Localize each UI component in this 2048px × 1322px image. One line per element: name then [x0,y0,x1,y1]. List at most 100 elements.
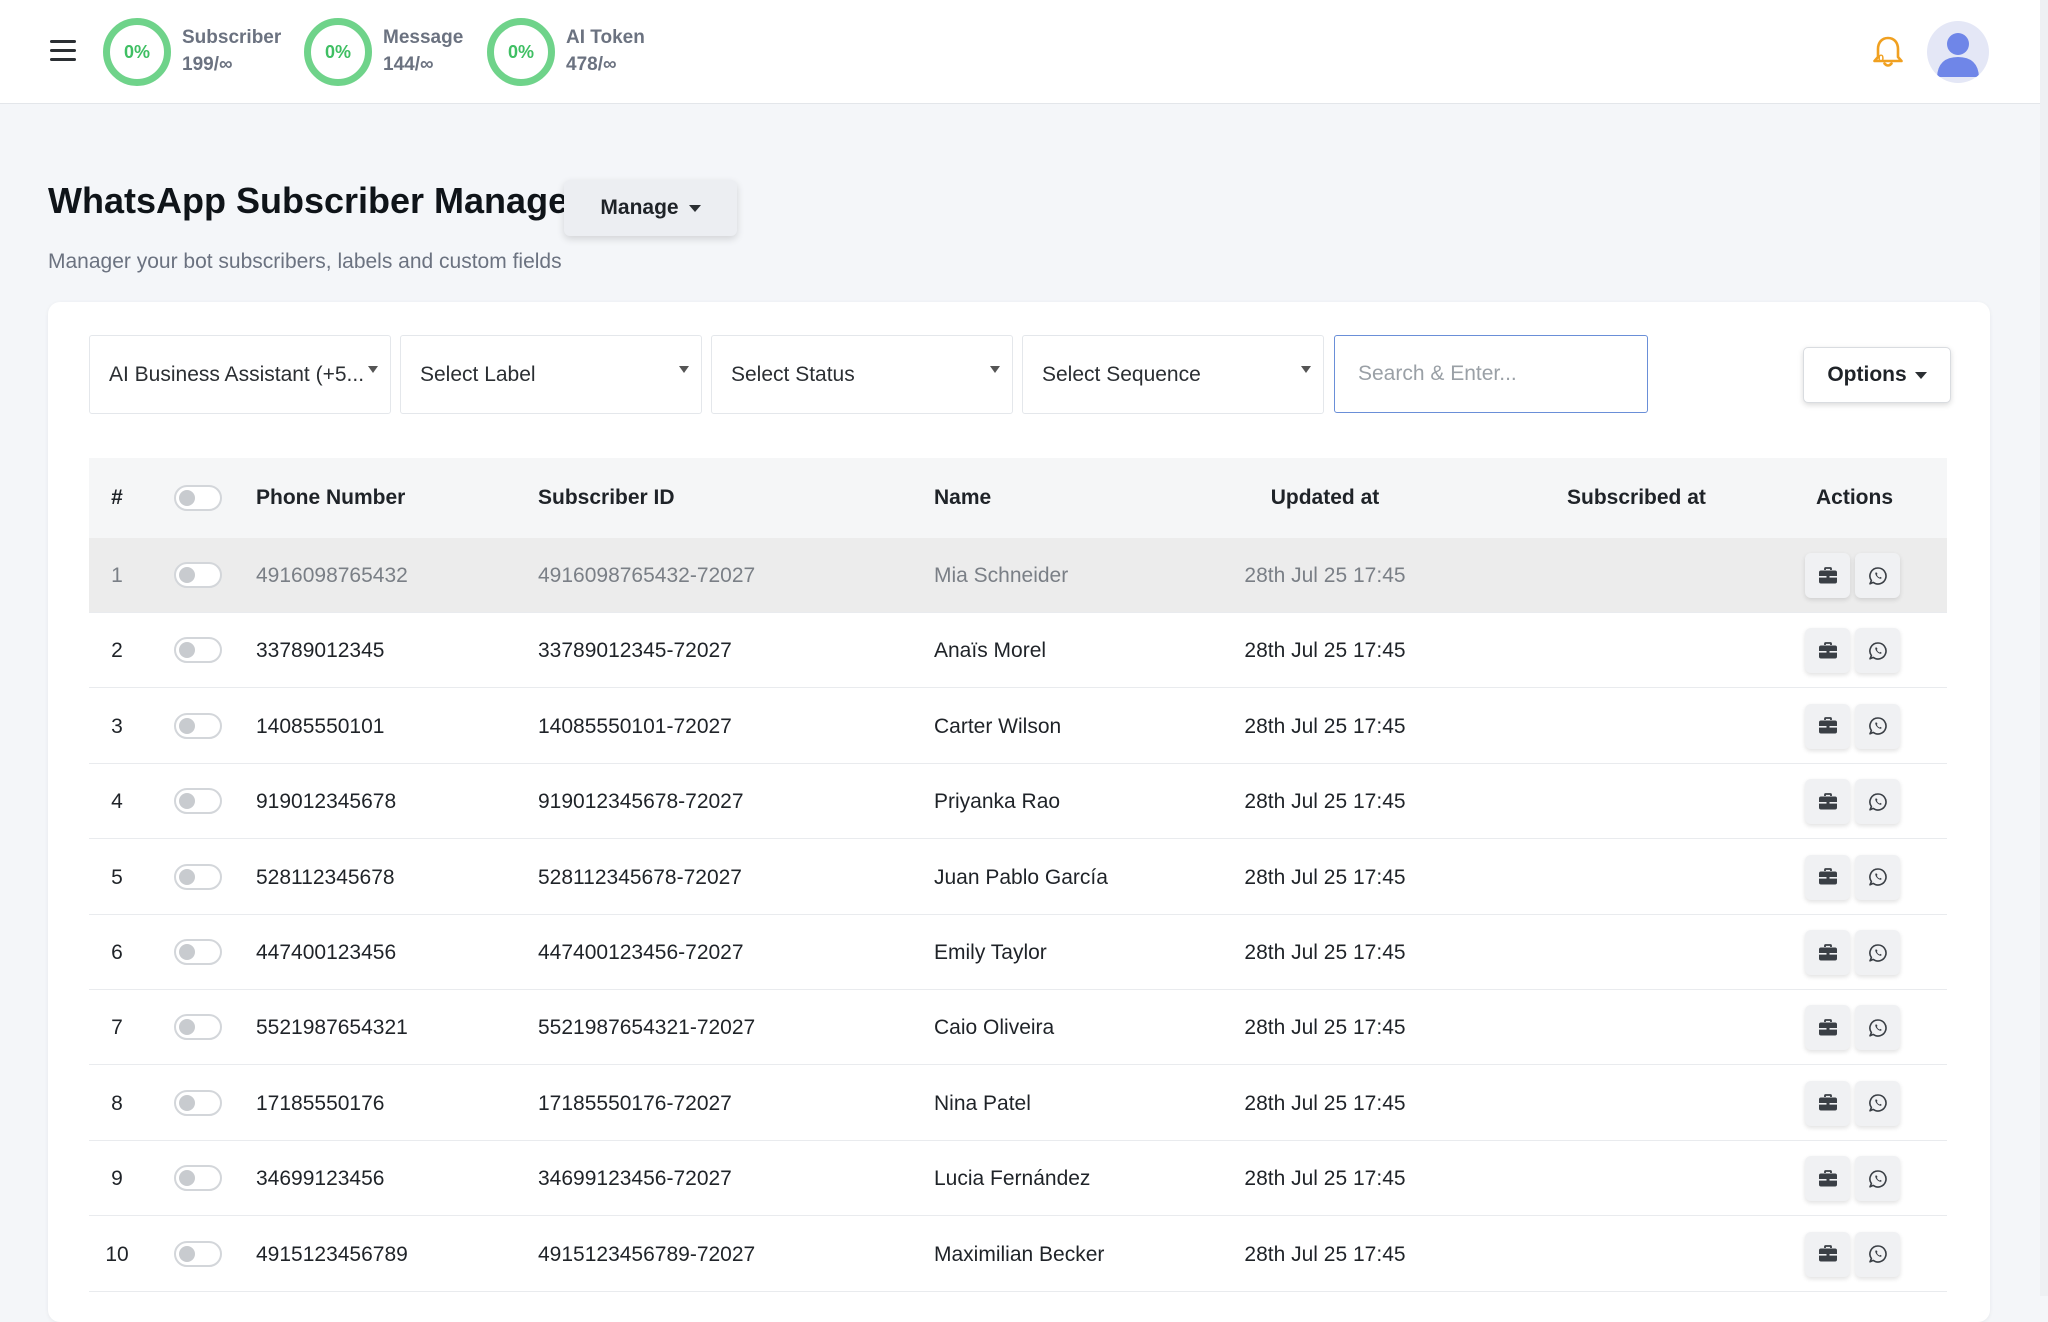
manage-label: Manage [600,196,679,219]
row-select-toggle[interactable] [174,1240,222,1267]
row-select-toggle[interactable] [174,939,222,965]
briefcase-icon[interactable] [1805,703,1850,749]
briefcase-icon[interactable] [1805,779,1850,825]
row-select-toggle[interactable] [174,788,222,815]
notification-bell-icon[interactable]: 0 [1868,32,1908,72]
subscriber-progress-ring: 0% [103,18,171,86]
table-row[interactable]: 8 17185550176 17185550176-72027 Nina Patel 2… [89,1065,1947,1141]
subscriber-name: Emily Taylor [934,941,1047,964]
subscriber-name: Priyanka Rao [934,790,1061,814]
updated-at: 28th Jul 25 17:45 [1244,1167,1406,1191]
whatsapp-icon[interactable] [1855,930,1900,975]
phone-number: 4915123456789 [256,1242,408,1266]
subscriber-id: 4915123456789-72027 [538,1242,756,1266]
updated-at: 28th Jul 25 17:45 [1244,1242,1406,1266]
table-row[interactable]: 10 4915123456789 4915123456789-72027 Maximi… [89,1216,1947,1292]
subscriber-id: 528112345678-72027 [538,865,742,889]
options-dropdown-button[interactable]: Options [1803,347,1951,403]
briefcase-icon[interactable] [1805,1231,1850,1277]
briefcase-icon[interactable] [1805,1005,1850,1051]
subscriber-id: 5521987654321-72027 [538,1016,756,1040]
menu-icon[interactable] [50,40,76,62]
column-header-subscribed-at[interactable]: Subscribed at [1567,458,1706,538]
table-row[interactable]: 2 33789012345 33789012345-72027 Anaïs Morel… [89,613,1947,689]
updated-at: 28th Jul 25 17:45 [1244,564,1406,587]
stat-label: Message [383,27,464,48]
column-header-phone[interactable]: Phone Number [256,458,405,538]
whatsapp-icon[interactable] [1855,628,1900,674]
column-header-subscriber-id[interactable]: Subscriber ID [538,458,675,538]
label-select[interactable]: Select Label [400,335,702,414]
row-number: 9 [111,1167,123,1191]
phone-number: 4916098765432 [256,564,408,587]
subscriber-name: Anaïs Morel [934,639,1047,663]
caret-down-icon [1914,371,1927,379]
stat-value: 144/∞ [383,54,434,75]
briefcase-icon[interactable] [1805,854,1850,900]
caret-down-icon [990,366,1000,373]
row-number: 5 [111,865,123,889]
status-select-value: Select Status [731,362,855,386]
whatsapp-icon[interactable] [1855,1005,1900,1051]
stat-label: Subscriber [182,27,282,48]
avatar[interactable] [1927,21,1989,83]
phone-number: 447400123456 [256,941,397,964]
subscriber-id: 14085550101-72027 [538,714,732,738]
updated-at: 28th Jul 25 17:45 [1244,941,1406,964]
whatsapp-icon[interactable] [1855,1156,1900,1202]
row-number: 2 [111,639,123,663]
table-row[interactable]: 5 528112345678 528112345678-72027 Juan Pabl… [89,839,1947,915]
row-select-toggle[interactable] [174,1014,222,1041]
manage-dropdown-button[interactable]: Manage [564,180,737,236]
phone-number: 14085550101 [256,714,385,738]
whatsapp-icon[interactable] [1855,1080,1900,1126]
select-all-toggle[interactable] [174,485,222,511]
table-row[interactable]: 7 5521987654321 5521987654321-72027 Caio Ol… [89,990,1947,1066]
updated-at: 28th Jul 25 17:45 [1244,714,1406,738]
column-header-actions: Actions [1816,486,1894,509]
whatsapp-icon[interactable] [1855,854,1900,900]
table-row[interactable]: 4 919012345678 919012345678-72027 Priyanka … [89,764,1947,840]
table-row[interactable]: 9 34699123456 34699123456-72027 Lucia Ferná… [89,1141,1947,1217]
page-scrollbar[interactable] [2040,0,2048,1296]
row-select-toggle[interactable] [174,1089,222,1116]
status-select[interactable]: Select Status [711,335,1013,414]
row-select-toggle[interactable] [174,562,222,588]
subscriber-name: Carter Wilson [934,714,1062,738]
subscriber-id: 34699123456-72027 [538,1167,732,1191]
whatsapp-icon[interactable] [1855,553,1900,598]
bot-select-value: AI Business Assistant (+5... [109,362,365,386]
table-row[interactable]: 6 447400123456 447400123456-72027 Emily Tay… [89,915,1947,990]
row-number: 6 [111,941,123,964]
table-row[interactable]: 3 14085550101 14085550101-72027 Carter Wils… [89,688,1947,764]
briefcase-icon[interactable] [1805,1156,1850,1202]
phone-number: 17185550176 [256,1091,385,1115]
label-select-value: Select Label [420,362,536,386]
briefcase-icon[interactable] [1805,930,1850,975]
briefcase-icon[interactable] [1805,628,1850,674]
table-row[interactable]: 1 4916098765432 4916098765432-72027 Mia Sch… [89,538,1947,613]
updated-at: 28th Jul 25 17:45 [1244,865,1406,889]
briefcase-icon[interactable] [1805,553,1850,598]
sequence-select-value: Select Sequence [1042,362,1201,386]
caret-down-icon [1301,366,1311,373]
subscriber-name: Maximilian Becker [934,1242,1105,1266]
row-select-toggle[interactable] [174,637,222,664]
message-progress-ring: 0% [304,18,372,86]
column-header-number[interactable]: # [89,458,145,538]
row-select-toggle[interactable] [174,1165,222,1192]
whatsapp-icon[interactable] [1855,1231,1900,1277]
briefcase-icon[interactable] [1805,1080,1850,1126]
bot-select[interactable]: AI Business Assistant (+5... [89,335,391,414]
row-select-toggle[interactable] [174,712,222,739]
sequence-select[interactable]: Select Sequence [1022,335,1324,414]
subscriber-name: Caio Oliveira [934,1016,1055,1040]
column-header-name[interactable]: Name [934,458,991,538]
whatsapp-icon[interactable] [1855,703,1900,749]
caret-down-icon [688,204,701,212]
row-select-toggle[interactable] [174,863,222,890]
row-number: 8 [111,1091,123,1115]
whatsapp-icon[interactable] [1855,779,1900,825]
column-header-updated-at[interactable]: Updated at [1228,458,1422,538]
search-input[interactable] [1334,335,1648,413]
